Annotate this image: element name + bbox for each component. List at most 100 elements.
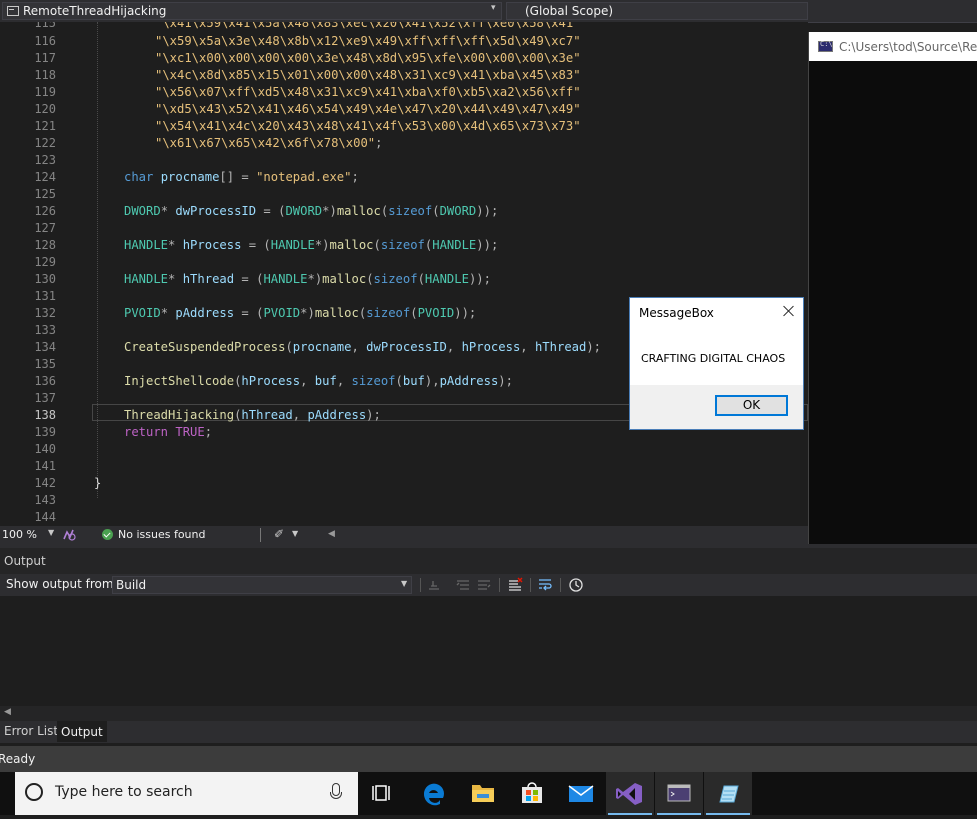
edge-icon: [423, 783, 444, 806]
code-line: return TRUE;: [124, 425, 213, 439]
code-line: "\x61\x67\x65\x42\x6f\x78\x00";: [155, 136, 383, 150]
output-toolbar: Show output from: Build ▼: [0, 574, 977, 596]
code-line: "\x41\x59\x41\x5a\x48\x83\xec\x20\x41\x5…: [155, 22, 581, 30]
line-number: 135: [34, 357, 56, 371]
scope-dropdown-label: (Global Scope): [525, 4, 614, 18]
line-number: 125: [34, 187, 56, 201]
line-number: 144: [34, 510, 56, 524]
task-view-icon: [372, 785, 390, 801]
current-line-number: 138: [34, 408, 56, 422]
tab-error-list[interactable]: Error List: [0, 721, 62, 741]
line-number: 115: [34, 22, 56, 30]
mail-icon: [568, 785, 594, 802]
project-icon: [7, 6, 19, 16]
message-box-dialog: MessageBox CRAFTING DIGITAL CHAOS OK: [629, 297, 804, 430]
chevron-down-icon: ▼: [401, 579, 408, 588]
code-line: char procname[] = "notepad.exe";: [124, 170, 359, 184]
line-number: 131: [34, 289, 56, 303]
console-title: C:\Users\tod\Source\Repo: [839, 40, 977, 54]
output-source-value: Build: [116, 578, 147, 592]
line-number: 143: [34, 493, 56, 507]
code-line: DWORD* dwProcessID = (DWORD*)malloc(size…: [124, 204, 499, 218]
line-number: 142: [34, 476, 56, 490]
close-icon[interactable]: [781, 303, 797, 319]
check-circle-icon: [102, 529, 113, 540]
console-titlebar[interactable]: C:\Users\tod\Source\Repo: [809, 32, 977, 61]
line-number: 119: [34, 85, 56, 99]
clock-icon[interactable]: [568, 577, 584, 593]
edge-button[interactable]: [410, 772, 458, 815]
indicator-margin: [70, 22, 86, 526]
line-number: 118: [34, 68, 56, 82]
line-number: 130: [34, 272, 56, 286]
line-number: 132: [34, 306, 56, 320]
output-source-select[interactable]: Build ▼: [112, 576, 412, 594]
line-number: 140: [34, 442, 56, 456]
file-dropdown-label: RemoteThreadHijacking: [23, 4, 167, 18]
issues-status[interactable]: No issues found: [118, 528, 205, 541]
code-line: "\xd5\x43\x52\x41\x46\x54\x49\x4e\x47\x2…: [155, 102, 581, 116]
line-number: 123: [34, 153, 56, 167]
visual-studio-button[interactable]: [606, 772, 654, 815]
dialog-title: MessageBox: [639, 306, 714, 320]
tool-window-tabs: Error List Output: [0, 721, 977, 743]
line-number: 120: [34, 102, 56, 116]
code-editor[interactable]: 115 116 117 118 119 120 121 122 123 124 …: [0, 22, 808, 526]
line-number: 133: [34, 323, 56, 337]
scope-dropdown[interactable]: (Global Scope): [506, 2, 808, 20]
scroll-left-icon[interactable]: ◀: [4, 707, 11, 717]
mail-button[interactable]: [557, 772, 605, 815]
next-message-icon[interactable]: [476, 577, 492, 593]
line-number-gutter: 115 116 117 118 119 120 121 122 123 124 …: [0, 22, 70, 526]
zoom-level[interactable]: 100 %: [2, 528, 37, 541]
line-number: 129: [34, 255, 56, 269]
previous-message-icon[interactable]: [455, 577, 471, 593]
chevron-down-icon[interactable]: ▼: [292, 529, 298, 538]
file-dropdown[interactable]: RemoteThreadHijacking ▾: [2, 2, 502, 20]
task-view-button[interactable]: [359, 772, 407, 815]
code-area[interactable]: "\x41\x59\x41\x5a\x48\x83\xec\x20\x41\x5…: [88, 22, 808, 526]
horizontal-scrollbar[interactable]: ◀: [0, 706, 977, 721]
taskbar-search-box[interactable]: Type here to search: [15, 772, 358, 815]
line-number: 116: [34, 34, 56, 48]
console-icon: [818, 40, 833, 52]
clear-all-icon[interactable]: [507, 577, 523, 593]
ok-button[interactable]: OK: [715, 395, 788, 416]
line-number: 137: [34, 391, 56, 405]
divider: [499, 578, 500, 592]
indent-guide: [97, 22, 98, 498]
find-message-icon[interactable]: [426, 577, 442, 593]
code-cleanup-icon[interactable]: ✐: [274, 527, 284, 541]
code-line: PVOID* pAddress = (PVOID*)malloc(sizeof(…: [124, 306, 477, 320]
line-number: 122: [34, 136, 56, 150]
line-number: 117: [34, 51, 56, 65]
scroll-left-icon[interactable]: ◀: [328, 529, 335, 539]
line-number: 128: [34, 238, 56, 252]
microphone-icon[interactable]: [330, 783, 342, 799]
divider: [530, 578, 531, 592]
file-explorer-button[interactable]: [459, 772, 507, 815]
tab-output[interactable]: Output: [57, 721, 107, 742]
output-panel: Output Show output from: Build ▼ ◀: [0, 548, 977, 721]
line-number: 124: [34, 170, 56, 184]
store-button[interactable]: [508, 772, 556, 815]
code-line: HANDLE* hThread = (HANDLE*)malloc(sizeof…: [124, 272, 491, 286]
word-wrap-icon[interactable]: [537, 577, 553, 593]
notepad-button[interactable]: [704, 772, 752, 815]
line-number: 139: [34, 425, 56, 439]
taskbar: Type here to search: [0, 772, 977, 815]
console-button[interactable]: [655, 772, 703, 815]
code-health-icon[interactable]: [62, 528, 76, 541]
navigation-bar: RemoteThreadHijacking ▾ (Global Scope): [0, 0, 977, 23]
code-line: "\x4c\x8d\x85\x15\x01\x00\x00\x48\x31\xc…: [155, 68, 581, 82]
folder-icon: [472, 785, 494, 802]
output-text-area[interactable]: [0, 596, 977, 706]
code-line: "\xc1\x00\x00\x00\x00\x3e\x48\x8d\x95\xf…: [155, 51, 581, 65]
divider: [560, 578, 561, 592]
line-number: 121: [34, 119, 56, 133]
search-placeholder: Type here to search: [55, 784, 193, 800]
code-line: "\x54\x41\x4c\x20\x43\x48\x41\x4f\x53\x0…: [155, 119, 581, 133]
chevron-down-icon[interactable]: ▼: [48, 528, 54, 537]
dialog-footer: OK: [630, 385, 803, 429]
console-window[interactable]: C:\Users\tod\Source\Repo: [808, 32, 977, 544]
